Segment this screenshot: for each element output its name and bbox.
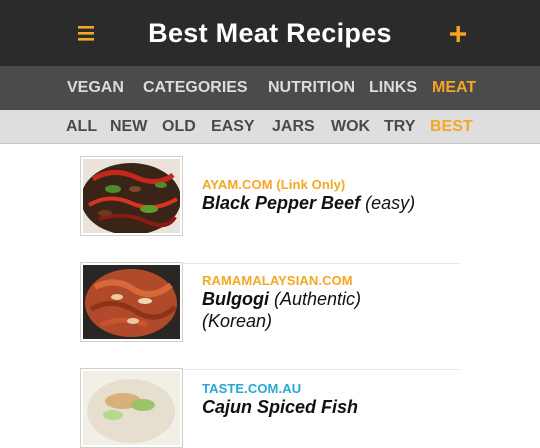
recipe-source: AYAM.COM (Link Only) bbox=[202, 177, 346, 192]
recipe-title: Bulgogi (Authentic) (Korean) bbox=[202, 288, 452, 332]
recipe-name: Bulgogi bbox=[202, 289, 269, 309]
subnav-best[interactable]: BEST bbox=[430, 110, 473, 143]
recipe-item-bulgogi[interactable]: RAMAMALAYSIAN.COM Bulgogi (Authentic) (Ko… bbox=[80, 262, 460, 370]
recipe-item-cajun-spiced-fish[interactable]: TASTE.COM.AU Cajun Spiced Fish bbox=[80, 368, 460, 448]
recipe-name: Black Pepper Beef bbox=[202, 193, 361, 213]
subnav-old[interactable]: OLD bbox=[162, 110, 196, 143]
subnav-new[interactable]: NEW bbox=[110, 110, 147, 143]
recipe-source: RAMAMALAYSIAN.COM bbox=[202, 273, 353, 288]
nav-nutrition[interactable]: NUTRITION bbox=[268, 66, 355, 110]
subnav-try[interactable]: TRY bbox=[384, 110, 415, 143]
nav-vegan[interactable]: VEGAN bbox=[67, 66, 124, 110]
primary-nav: VEGAN CATEGORIES NUTRITION LINKS MEAT bbox=[0, 66, 540, 111]
hamburger-menu-icon[interactable] bbox=[76, 14, 96, 52]
recipe-thumbnail bbox=[80, 156, 183, 236]
recipe-note: (easy) bbox=[365, 193, 416, 213]
subnav-wok[interactable]: WOK bbox=[331, 110, 370, 143]
subnav-all[interactable]: ALL bbox=[66, 110, 97, 143]
recipe-item-black-pepper-beef[interactable]: AYAM.COM (Link Only) Black Pepper Beef (… bbox=[80, 156, 460, 264]
top-app-bar: Best Meat Recipes bbox=[0, 0, 540, 66]
subnav-easy[interactable]: EASY bbox=[211, 110, 255, 143]
subnav-jars[interactable]: JARS bbox=[272, 110, 315, 143]
recipe-title: Black Pepper Beef (easy) bbox=[202, 192, 452, 214]
recipe-note: (Authentic) bbox=[274, 289, 362, 309]
nav-categories[interactable]: CATEGORIES bbox=[143, 66, 248, 110]
recipe-source: TASTE.COM.AU bbox=[202, 381, 302, 396]
nav-meat[interactable]: MEAT bbox=[432, 66, 476, 110]
recipe-thumbnail bbox=[80, 368, 183, 448]
recipe-cuisine: (Korean) bbox=[202, 311, 273, 331]
nav-links[interactable]: LINKS bbox=[369, 66, 417, 110]
recipe-title: Cajun Spiced Fish bbox=[202, 396, 452, 418]
recipe-thumbnail bbox=[80, 262, 183, 342]
secondary-nav: ALL NEW OLD EASY JARS WOK TRY BEST bbox=[0, 110, 540, 144]
recipe-name: Cajun Spiced Fish bbox=[202, 397, 359, 417]
plus-icon[interactable] bbox=[446, 14, 470, 52]
